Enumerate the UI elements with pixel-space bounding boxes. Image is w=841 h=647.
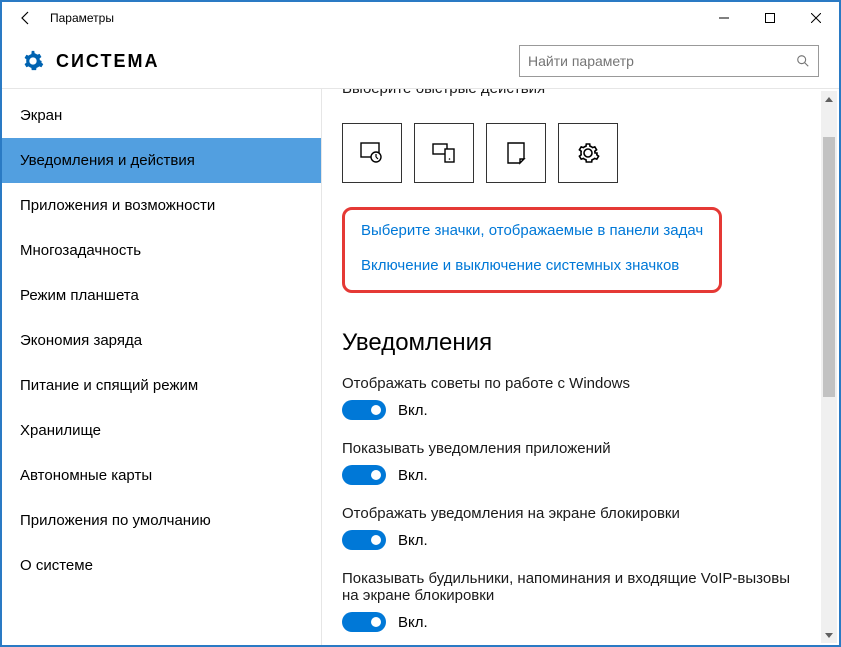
body: Экран Уведомления и действия Приложения …: [2, 88, 839, 645]
quick-actions-row: [342, 123, 799, 183]
search-input[interactable]: [528, 53, 796, 69]
toggle-switch[interactable]: [342, 530, 386, 550]
setting-label: Показывать уведомления приложений: [342, 440, 799, 457]
quick-actions-heading: Выберите быстрые действия: [342, 89, 799, 105]
sidebar-item-label: Хранилище: [20, 422, 101, 439]
titlebar: Параметры: [2, 2, 839, 34]
content-pane: Выберите быстрые действия: [322, 89, 839, 645]
close-button[interactable]: [793, 2, 839, 34]
section-title-notifications: Уведомления: [342, 329, 799, 357]
link-taskbar-icons[interactable]: Выберите значки, отображаемые в панели з…: [361, 220, 703, 241]
sidebar: Экран Уведомления и действия Приложения …: [2, 89, 322, 645]
window-controls: [701, 2, 839, 34]
settings-window: Параметры Система Экран Уведомления и де…: [0, 0, 841, 647]
link-system-icons[interactable]: Включение и выключение системных значков: [361, 255, 703, 276]
sidebar-item-storage[interactable]: Хранилище: [2, 408, 321, 453]
window-title: Параметры: [50, 11, 701, 25]
sidebar-item-label: Многозадачность: [20, 242, 141, 259]
maximize-button[interactable]: [747, 2, 793, 34]
sidebar-item-label: Экран: [20, 107, 62, 124]
sidebar-item-battery[interactable]: Экономия заряда: [2, 318, 321, 363]
scroll-thumb[interactable]: [823, 137, 835, 397]
setting-label: Отображать уведомления на экране блокиро…: [342, 505, 799, 522]
sidebar-item-maps[interactable]: Автономные карты: [2, 453, 321, 498]
toggle-state: Вкл.: [398, 532, 428, 549]
sidebar-item-multitasking[interactable]: Многозадачность: [2, 228, 321, 273]
scroll-up-button[interactable]: [821, 91, 837, 107]
highlighted-links: Выберите значки, отображаемые в панели з…: [342, 207, 722, 293]
note-icon: [502, 139, 530, 167]
setting-alarms-voip: Показывать будильники, напоминания и вхо…: [342, 570, 799, 632]
toggle-state: Вкл.: [398, 402, 428, 419]
sidebar-item-notifications[interactable]: Уведомления и действия: [2, 138, 321, 183]
quick-action-note[interactable]: [486, 123, 546, 183]
sidebar-item-label: Питание и спящий режим: [20, 377, 198, 394]
tablet-touch-icon: [358, 139, 386, 167]
quick-action-tablet[interactable]: [342, 123, 402, 183]
setting-windows-tips: Отображать советы по работе с Windows Вк…: [342, 375, 799, 420]
toggle-state: Вкл.: [398, 467, 428, 484]
scroll-track[interactable]: [821, 107, 837, 627]
quick-action-connect[interactable]: [414, 123, 474, 183]
search-box[interactable]: [519, 45, 819, 77]
setting-lockscreen-notifications: Отображать уведомления на экране блокиро…: [342, 505, 799, 550]
sidebar-item-label: Режим планшета: [20, 287, 139, 304]
toggle-switch[interactable]: [342, 612, 386, 632]
setting-label: Показывать будильники, напоминания и вхо…: [342, 570, 799, 604]
scrollbar: [821, 91, 837, 643]
sidebar-item-power[interactable]: Питание и спящий режим: [2, 363, 321, 408]
search-icon: [796, 54, 810, 68]
back-button[interactable]: [10, 2, 42, 34]
sidebar-item-label: Экономия заряда: [20, 332, 142, 349]
sidebar-item-apps[interactable]: Приложения и возможности: [2, 183, 321, 228]
sidebar-item-default-apps[interactable]: Приложения по умолчанию: [2, 498, 321, 543]
toggle-switch[interactable]: [342, 465, 386, 485]
setting-label: Отображать советы по работе с Windows: [342, 375, 799, 392]
scroll-down-button[interactable]: [821, 627, 837, 643]
minimize-button[interactable]: [701, 2, 747, 34]
sidebar-item-about[interactable]: О системе: [2, 543, 321, 588]
sidebar-item-display[interactable]: Экран: [2, 93, 321, 138]
gear-icon: [576, 141, 600, 165]
page-header: Система: [2, 34, 839, 88]
sidebar-item-label: О системе: [20, 557, 93, 574]
gear-icon: [22, 50, 44, 72]
sidebar-item-label: Приложения и возможности: [20, 197, 215, 214]
quick-action-settings[interactable]: [558, 123, 618, 183]
toggle-switch[interactable]: [342, 400, 386, 420]
toggle-state: Вкл.: [398, 614, 428, 631]
sidebar-item-label: Автономные карты: [20, 467, 152, 484]
sidebar-item-label: Приложения по умолчанию: [20, 512, 211, 529]
devices-icon: [430, 139, 458, 167]
setting-app-notifications: Показывать уведомления приложений Вкл.: [342, 440, 799, 485]
page-title: Система: [56, 51, 519, 72]
sidebar-item-label: Уведомления и действия: [20, 152, 195, 169]
sidebar-item-tablet[interactable]: Режим планшета: [2, 273, 321, 318]
